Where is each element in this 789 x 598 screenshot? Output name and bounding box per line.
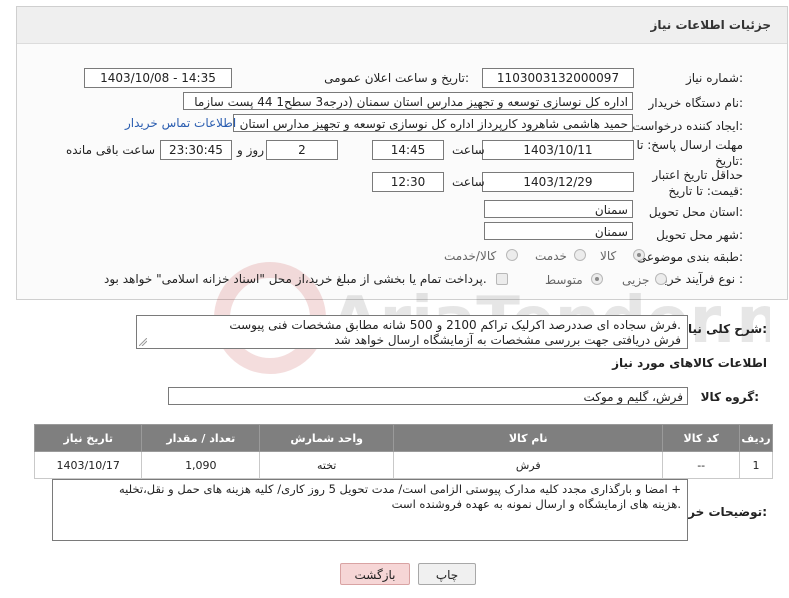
summary-line-2: فرش دریافتی جهت بررسی مشخصات به آزمایشگا… (334, 333, 681, 347)
row-name: فرش (393, 451, 664, 479)
creator-field[interactable]: حمید هاشمی شاهرود کارپرداز اداره کل نوسا… (233, 114, 633, 132)
deadline-time-label: ساعت (452, 143, 485, 157)
validity-date-field[interactable]: 1403/12/29 (482, 172, 634, 192)
category-radio-service[interactable] (574, 249, 586, 261)
process-radio-minor[interactable] (655, 273, 667, 285)
deadline-label: مهلت ارسال پاسخ: تا تاریخ: (636, 138, 743, 168)
need-number-label: شماره نیاز: (685, 71, 743, 85)
category-goods-label: کالا (600, 249, 617, 263)
days-field[interactable]: 2 (266, 140, 338, 160)
remaining-label: ساعت باقی مانده (66, 143, 156, 157)
row-qty: 1,090 (141, 451, 261, 479)
process-minor-label: جزیی (622, 273, 650, 287)
process-label: نوع فرآیند خرید : (658, 272, 743, 286)
announce-label: تاریخ و ساعت اعلان عمومی: (324, 71, 469, 85)
col-qty: تعداد / مقدار (141, 424, 261, 452)
goods-table-header: ردیف کد کالا نام کالا واحد شمارش تعداد /… (33, 424, 773, 452)
row-index: 1 (739, 451, 773, 479)
announce-field[interactable]: 1403/10/08 - 14:35 (84, 68, 232, 88)
treasury-payment-note: پرداخت تمام یا بخشی از مبلغ خرید،از محل … (104, 272, 487, 286)
goods-table: ردیف کد کالا نام کالا واحد شمارش تعداد /… (33, 424, 773, 479)
city-label: شهر محل تحویل: (656, 228, 743, 242)
row-code: -- (662, 451, 741, 479)
col-code: کد کالا (662, 424, 741, 452)
category-goods-service-label: کالا/خدمت (444, 249, 497, 263)
goods-section-title: اطلاعات کالاهای مورد نیاز (612, 356, 767, 370)
days-label: روز و (237, 143, 264, 157)
city-field[interactable]: سمنان (484, 222, 633, 240)
validity-time-field[interactable]: 12:30 (372, 172, 444, 192)
col-unit: واحد شمارش (259, 424, 395, 452)
goods-group-field[interactable]: فرش، گلیم و موکت (168, 387, 688, 405)
category-radio-goods-service[interactable] (506, 249, 518, 261)
table-row[interactable]: 1 -- فرش تخته 1,090 1403/10/17 (33, 451, 773, 479)
validity-label: حداقل تاریخ اعتبار قیمت: تا تاریخ: (652, 168, 743, 198)
row-date: 1403/10/17 (33, 451, 143, 479)
remaining-time-field[interactable]: 23:30:45 (160, 140, 232, 160)
buyer-notes-line-2: هزینه های ازمایشگاه و ارسال نمونه به عهد… (391, 497, 681, 511)
panel-header: جزئیات اطلاعات نیاز (17, 7, 787, 44)
category-label: طبقه بندی موضوعی: (636, 250, 743, 264)
category-radio-goods[interactable] (633, 249, 645, 261)
category-service-label: خدمت (535, 249, 567, 263)
summary-textarea[interactable]: فرش سجاده ای صددرصد اکرلیک تراکم 2100 و … (136, 315, 688, 349)
buyer-notes-line-1: امضا و بارگذاری مجدد کلیه مدارک پیوستی ا… (119, 482, 681, 496)
buyer-contact-link[interactable]: اطلاعات تماس خریدار (125, 116, 236, 130)
validity-time-label: ساعت (452, 175, 485, 189)
need-details-page: جزئیات اطلاعات نیاز AriaTender.neT شماره… (0, 0, 789, 598)
goods-group-label: گروه کالا: (700, 390, 759, 404)
row-unit: تخته (259, 451, 395, 479)
process-radio-medium[interactable] (591, 273, 603, 285)
page-title: جزئیات اطلاعات نیاز (650, 18, 771, 32)
buyer-org-field[interactable]: اداره کل نوسازی توسعه و تجهیز مدارس استا… (183, 92, 633, 110)
col-date: تاریخ نیاز (33, 424, 143, 452)
process-medium-label: متوسط (545, 273, 583, 287)
deadline-date-field[interactable]: 1403/10/11 (482, 140, 634, 160)
treasury-payment-checkbox[interactable] (496, 273, 508, 285)
deadline-time-field[interactable]: 14:45 (372, 140, 444, 160)
need-number-field[interactable]: 1103003132000097 (482, 68, 634, 88)
buyer-org-label: نام دستگاه خریدار: (648, 96, 744, 110)
creator-label: ایجاد کننده درخواست: (632, 119, 743, 133)
province-label: استان محل تحویل: (648, 205, 743, 219)
province-field[interactable]: سمنان (484, 200, 633, 218)
print-button[interactable]: چاپ (418, 563, 476, 585)
resize-grip-icon[interactable] (139, 338, 147, 346)
buyer-notes-textarea[interactable]: امضا و بارگذاری مجدد کلیه مدارک پیوستی ا… (52, 479, 688, 541)
back-button[interactable]: بازگشت (340, 563, 410, 585)
summary-label: شرح کلی نیاز: (681, 322, 767, 336)
summary-line-1: فرش سجاده ای صددرصد اکرلیک تراکم 2100 و … (229, 318, 681, 332)
col-row: ردیف (739, 424, 773, 452)
col-name: نام کالا (393, 424, 664, 452)
